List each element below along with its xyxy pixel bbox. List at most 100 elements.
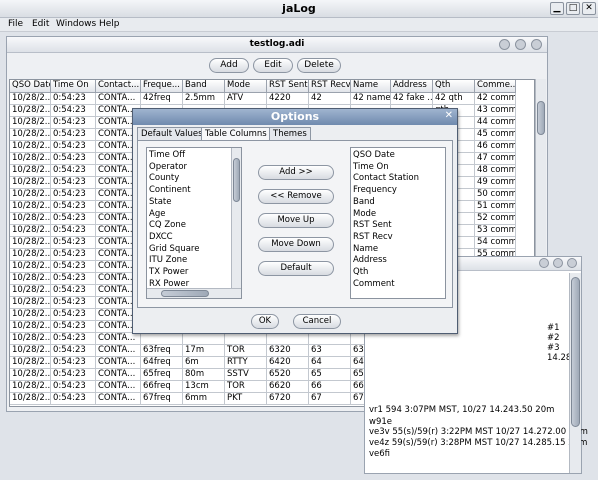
app-title-bar: jaLog ▁ □ ✕ bbox=[0, 0, 598, 18]
table-cell: 10/28/2... bbox=[10, 117, 51, 129]
selected-column-item[interactable]: Comment bbox=[353, 279, 395, 289]
move-down-button[interactable]: Move Down bbox=[258, 237, 334, 252]
table-cell: 0:54:23 bbox=[51, 213, 96, 225]
table-cell: 67 bbox=[309, 393, 351, 405]
log-close-icon[interactable] bbox=[567, 258, 577, 268]
logbook-title-bar[interactable]: testlog.adi bbox=[7, 37, 547, 53]
log-scrollbar-thumb[interactable] bbox=[571, 277, 580, 427]
move-up-button[interactable]: Move Up bbox=[258, 213, 334, 228]
column-header[interactable]: Mode bbox=[225, 80, 267, 93]
column-header[interactable]: Qth bbox=[433, 80, 475, 93]
column-header[interactable]: RST Recv bbox=[309, 80, 351, 93]
menu-edit[interactable]: Edit bbox=[32, 19, 49, 29]
frame-close-icon[interactable] bbox=[531, 39, 542, 50]
table-cell: 0:54:23 bbox=[51, 345, 96, 357]
available-list-vscroll[interactable] bbox=[231, 148, 241, 288]
table-cell: CONTA... bbox=[96, 345, 141, 357]
frame-maximize-icon[interactable] bbox=[515, 39, 526, 50]
maximize-icon[interactable]: □ bbox=[566, 2, 580, 15]
add-column-button[interactable]: Add >> bbox=[258, 165, 334, 180]
table-cell: 10/28/2... bbox=[10, 165, 51, 177]
delete-button[interactable]: Delete bbox=[297, 58, 341, 73]
log-scrollbar[interactable] bbox=[569, 273, 581, 473]
table-cell: 0:54:23 bbox=[51, 225, 96, 237]
tab-default-values[interactable]: Default Values bbox=[137, 127, 207, 141]
close-icon[interactable]: ✕ bbox=[582, 2, 596, 15]
column-header[interactable]: Name bbox=[351, 80, 391, 93]
available-list-hscroll-thumb[interactable] bbox=[161, 290, 209, 297]
table-cell: CONTA... bbox=[96, 93, 141, 105]
column-header[interactable]: QSO Date bbox=[10, 80, 51, 93]
log-line: ve4z 59(s)/59(r) 3:28PM MST 10/27 14.285… bbox=[369, 438, 588, 448]
close-icon[interactable]: ✕ bbox=[445, 110, 453, 121]
table-cell: 0:54:23 bbox=[51, 141, 96, 153]
tab-table-columns[interactable]: Table Columns bbox=[201, 127, 271, 141]
selected-column-item[interactable]: Time On bbox=[353, 162, 389, 172]
selected-column-item[interactable]: Qth bbox=[353, 267, 368, 277]
table-cell: 10/28/2... bbox=[10, 129, 51, 141]
remove-column-button[interactable]: << Remove bbox=[258, 189, 334, 204]
options-title-bar[interactable]: Options ✕ bbox=[133, 109, 457, 125]
selected-column-item[interactable]: Name bbox=[353, 244, 378, 254]
selected-column-item[interactable]: Mode bbox=[353, 209, 376, 219]
add-button[interactable]: Add bbox=[209, 58, 249, 73]
available-column-item[interactable]: CQ Zone bbox=[149, 220, 186, 230]
available-column-item[interactable]: Time Off bbox=[149, 150, 185, 160]
minimize-icon[interactable]: ▁ bbox=[550, 2, 564, 15]
frame-minimize-icon[interactable] bbox=[499, 39, 510, 50]
available-column-item[interactable]: DXCC bbox=[149, 232, 173, 242]
table-row[interactable]: 10/28/2... 0:54:23 CONTA... 42freq 2.5mm ATV 4… bbox=[10, 93, 534, 105]
table-cell: 0:54:23 bbox=[51, 273, 96, 285]
table-cell: 0:54:23 bbox=[51, 153, 96, 165]
available-column-item[interactable]: County bbox=[149, 173, 179, 183]
column-header[interactable]: Comme... bbox=[475, 80, 516, 93]
log-minimize-icon[interactable] bbox=[539, 258, 549, 268]
menu-windows[interactable]: Windows bbox=[56, 19, 96, 29]
cancel-button[interactable]: Cancel bbox=[293, 314, 341, 329]
menu-help[interactable]: Help bbox=[99, 19, 120, 29]
table-cell: 0:54:23 bbox=[51, 93, 96, 105]
menu-file[interactable]: File bbox=[8, 19, 23, 29]
selected-column-item[interactable]: Address bbox=[353, 255, 387, 265]
selected-column-item[interactable]: RST Recv bbox=[353, 232, 393, 242]
available-list-vscroll-thumb[interactable] bbox=[233, 158, 240, 202]
table-cell: 0:54:23 bbox=[51, 285, 96, 297]
selected-column-item[interactable]: Band bbox=[353, 197, 375, 207]
column-header[interactable]: Time On bbox=[51, 80, 96, 93]
column-header[interactable]: Contact... bbox=[96, 80, 141, 93]
available-columns-list[interactable]: Time Off Operator County Continent State Age C… bbox=[146, 147, 242, 299]
available-column-item[interactable]: Age bbox=[149, 209, 165, 219]
available-column-item[interactable]: Grid Square bbox=[149, 244, 199, 254]
edit-button[interactable]: Edit bbox=[253, 58, 293, 73]
column-header[interactable]: Address bbox=[391, 80, 433, 93]
table-cell: 80m bbox=[183, 369, 225, 381]
table-scrollbar-thumb[interactable] bbox=[537, 101, 545, 135]
table-cell: 0:54:23 bbox=[51, 177, 96, 189]
table-cell: 10/28/2... bbox=[10, 177, 51, 189]
table-cell: CONTA... bbox=[96, 333, 141, 345]
available-list-hscroll[interactable] bbox=[147, 288, 241, 298]
column-header[interactable]: Band bbox=[183, 80, 225, 93]
selected-column-item[interactable]: RST Sent bbox=[353, 220, 392, 230]
available-column-item[interactable]: ITU Zone bbox=[149, 255, 187, 265]
available-column-item[interactable]: State bbox=[149, 197, 172, 207]
column-header[interactable]: RST Sent bbox=[267, 80, 309, 93]
table-cell: 10/28/2... bbox=[10, 225, 51, 237]
table-cell: 52 comm... bbox=[475, 213, 516, 225]
selected-column-item[interactable]: QSO Date bbox=[353, 150, 395, 160]
ok-button[interactable]: OK bbox=[251, 314, 279, 329]
table-cell: 10/28/2... bbox=[10, 321, 51, 333]
default-button[interactable]: Default bbox=[258, 261, 334, 276]
available-column-item[interactable]: Continent bbox=[149, 185, 191, 195]
selected-column-item[interactable]: Contact Station bbox=[353, 173, 419, 183]
log-maximize-icon[interactable] bbox=[553, 258, 563, 268]
table-cell: 10/28/2... bbox=[10, 369, 51, 381]
table-cell: 6620 bbox=[267, 381, 309, 393]
available-column-item[interactable]: Operator bbox=[149, 162, 187, 172]
table-cell: 49 comm... bbox=[475, 177, 516, 189]
tab-themes[interactable]: Themes bbox=[269, 127, 311, 141]
selected-column-item[interactable]: Frequency bbox=[353, 185, 397, 195]
available-column-item[interactable]: TX Power bbox=[149, 267, 188, 277]
selected-columns-list[interactable]: QSO Date Time On Contact Station Frequency B… bbox=[350, 147, 446, 299]
column-header[interactable]: Freque... bbox=[141, 80, 183, 93]
